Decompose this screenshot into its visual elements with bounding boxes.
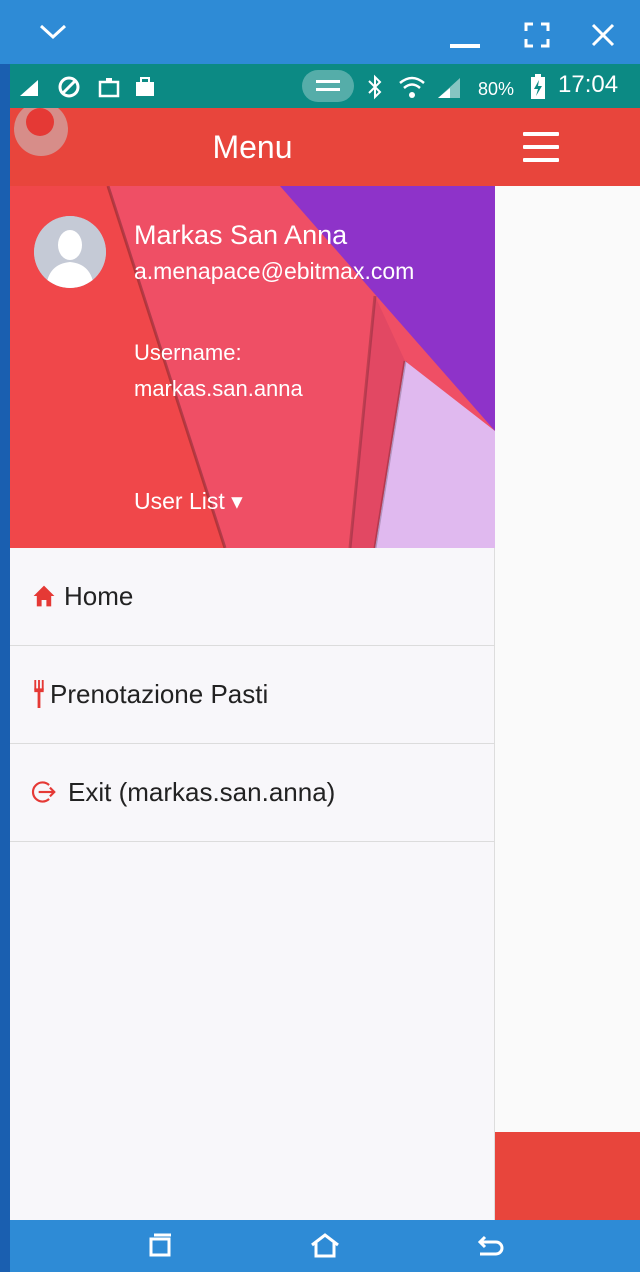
navigation-drawer: Menu Markas San Anna a.menapace@ebitmax.… <box>10 108 495 1220</box>
main-toolbar <box>495 108 640 186</box>
blocked-icon <box>58 76 80 98</box>
user-email: a.menapace@ebitmax.com <box>134 258 415 284</box>
nav-item-prenotazione-pasti[interactable]: Prenotazione Pasti <box>10 646 495 744</box>
nav-item-label: Prenotazione Pasti <box>50 679 269 709</box>
app-screen: Menu Markas San Anna a.menapace@ebitmax.… <box>10 108 640 1220</box>
shopping-bag-icon <box>136 77 154 96</box>
minimize-icon[interactable] <box>450 44 480 50</box>
home-nav-icon[interactable] <box>309 1230 341 1262</box>
drawer-header: Markas San Anna a.menapace@ebitmax.com U… <box>10 186 495 548</box>
window-title-bar <box>0 0 640 64</box>
close-icon[interactable] <box>590 22 616 48</box>
back-icon[interactable] <box>472 1230 504 1262</box>
exit-icon <box>31 781 56 803</box>
nav-item-exit[interactable]: Exit (markas.san.anna) <box>10 744 495 842</box>
battery-icon <box>531 74 545 99</box>
home-icon <box>33 585 55 607</box>
recent-apps-icon[interactable] <box>144 1230 176 1262</box>
bottom-bar <box>495 1132 640 1220</box>
drawer-title: Menu <box>212 129 293 165</box>
username-value: markas.san.anna <box>134 376 303 401</box>
hamburger-menu-icon[interactable] <box>523 132 559 162</box>
fullscreen-icon[interactable] <box>524 22 550 48</box>
wifi-icon <box>399 76 425 98</box>
signal-icon <box>438 78 460 98</box>
cleaner-icon <box>20 80 38 96</box>
briefcase-check-icon <box>98 78 120 98</box>
avatar <box>34 216 106 288</box>
nav-item-label: Exit (markas.san.anna) <box>68 777 336 807</box>
user-name: Markas San Anna <box>134 220 348 250</box>
clock: 17:04 <box>558 71 619 98</box>
nav-item-home[interactable]: Home <box>10 548 495 646</box>
chevron-down-icon[interactable] <box>38 22 68 42</box>
battery-percent: 80% <box>478 79 515 99</box>
drawer-toolbar: Menu <box>10 108 495 186</box>
status-bar: 80% 17:04 <box>10 64 640 108</box>
username-label: Username: <box>134 340 242 365</box>
nav-item-label: Home <box>64 581 134 611</box>
user-silhouette-icon <box>34 216 106 288</box>
fork-icon <box>34 680 44 708</box>
notification-toggle-icon[interactable] <box>302 70 354 102</box>
bluetooth-icon <box>368 74 382 100</box>
user-list-dropdown[interactable]: User List ▾ <box>134 488 243 515</box>
android-nav-bar <box>10 1220 640 1272</box>
